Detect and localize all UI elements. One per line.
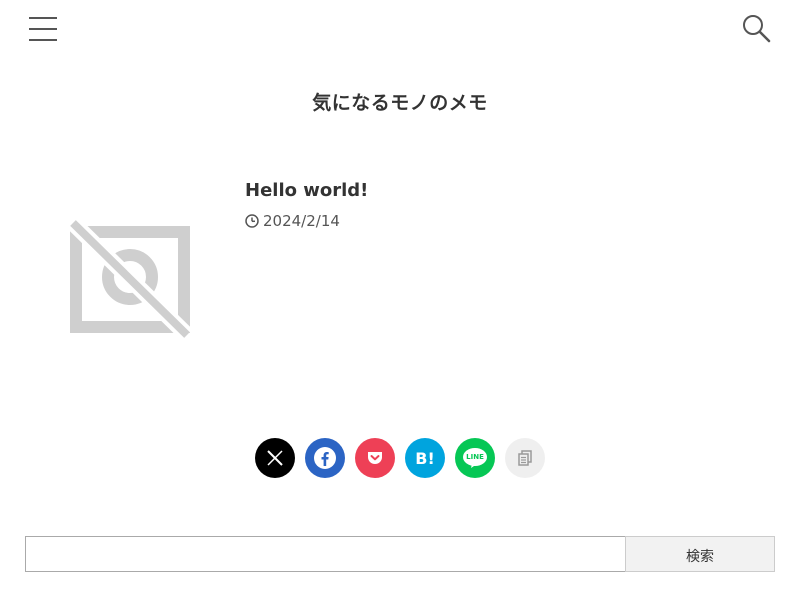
copy-icon [518, 450, 532, 466]
search-input[interactable] [25, 536, 625, 572]
share-copy-button[interactable] [505, 438, 545, 478]
hamburger-icon-line [29, 28, 57, 30]
search-submit-button[interactable]: 検索 [625, 536, 775, 572]
page: 気になるモノのメモ Hello world! 2024/2/14 B! LINE… [0, 0, 800, 600]
post-date: 2024/2/14 [245, 212, 340, 230]
share-line-button[interactable]: LINE [455, 438, 495, 478]
search-icon [743, 15, 771, 43]
share-hatena-button[interactable]: B! [405, 438, 445, 478]
pocket-icon [368, 452, 382, 464]
no-photo-icon [67, 217, 193, 341]
post-card[interactable]: Hello world! 2024/2/14 [25, 170, 775, 390]
facebook-icon [314, 447, 336, 469]
post-thumbnail[interactable] [65, 215, 195, 345]
hamburger-icon-line [29, 39, 57, 41]
hamburger-icon-line [29, 17, 57, 19]
hatena-bookmark-icon: B! [415, 448, 435, 468]
clock-icon [245, 214, 259, 228]
x-logo-icon [267, 450, 283, 466]
share-buttons: B! LINE [255, 438, 545, 478]
post-date-text: 2024/2/14 [263, 212, 340, 230]
post-title[interactable]: Hello world! [245, 180, 368, 201]
search-form: 検索 [25, 536, 775, 572]
search-button[interactable] [738, 10, 776, 48]
site-title[interactable]: 気になるモノのメモ [0, 88, 800, 115]
line-label: LINE [466, 453, 484, 461]
menu-button[interactable] [26, 12, 60, 46]
share-x-button[interactable] [255, 438, 295, 478]
share-facebook-button[interactable] [305, 438, 345, 478]
share-pocket-button[interactable] [355, 438, 395, 478]
